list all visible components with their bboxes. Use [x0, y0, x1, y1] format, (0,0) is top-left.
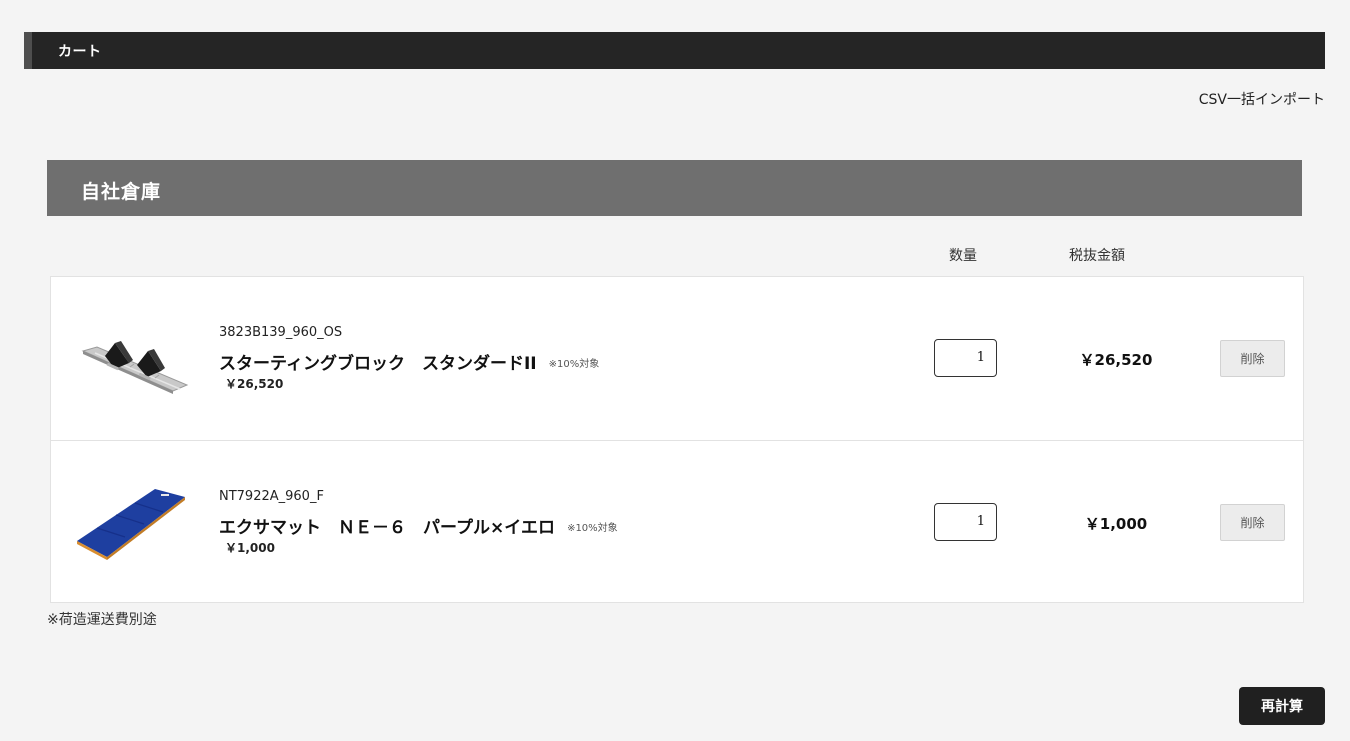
- title-bar-accent: [24, 32, 32, 69]
- recalculate-button[interactable]: 再計算: [1239, 687, 1325, 725]
- item-name-text[interactable]: エクサマット ＮＥ－６ パープル×イエロ: [219, 518, 555, 538]
- tax-rate-note: ※10%対象: [567, 523, 618, 534]
- cart-item-row: 3823B139_960_OS スターティングブロック スタンダードII ※10%…: [51, 277, 1303, 439]
- page-title: カート: [58, 44, 102, 60]
- quantity-input[interactable]: 1: [934, 339, 997, 377]
- item-unit-price: ￥1,000: [225, 541, 275, 555]
- delete-button[interactable]: 削除: [1220, 504, 1285, 541]
- exercise-mat-image[interactable]: [75, 483, 195, 563]
- item-name-text[interactable]: スターティングブロック スタンダードII: [219, 354, 537, 374]
- item-name[interactable]: エクサマット ＮＥ－６ パープル×イエロ ※10%対象: [219, 513, 618, 538]
- item-code: 3823B139_960_OS: [219, 325, 343, 340]
- starting-block-image[interactable]: [75, 319, 195, 399]
- tax-rate-note: ※10%対象: [548, 359, 600, 370]
- cart-items-table: 3823B139_960_OS スターティングブロック スタンダードII ※10%…: [50, 276, 1304, 603]
- warehouse-header: 自社倉庫: [47, 160, 1302, 216]
- delete-button[interactable]: 削除: [1220, 340, 1285, 377]
- item-unit-price: ￥26,520: [225, 377, 284, 391]
- line-total: ￥26,520: [1079, 351, 1153, 369]
- shipping-note: ※荷造運送費別途: [47, 612, 157, 628]
- quantity-column-header: 数量: [949, 248, 977, 264]
- cart-item-row: NT7922A_960_F エクサマット ＮＥ－６ パープル×イエロ ※10%対象…: [51, 440, 1303, 603]
- amount-column-header: 税抜金額: [1069, 248, 1125, 264]
- item-name[interactable]: スターティングブロック スタンダードII ※10%対象: [219, 349, 599, 374]
- quantity-input[interactable]: 1: [934, 503, 997, 541]
- warehouse-title: 自社倉庫: [81, 181, 162, 203]
- cart-title-bar: カート: [24, 32, 1325, 69]
- line-total: ￥1,000: [1084, 515, 1148, 533]
- item-code: NT7922A_960_F: [219, 489, 324, 504]
- csv-import-link[interactable]: CSV一括インポート: [1199, 89, 1325, 109]
